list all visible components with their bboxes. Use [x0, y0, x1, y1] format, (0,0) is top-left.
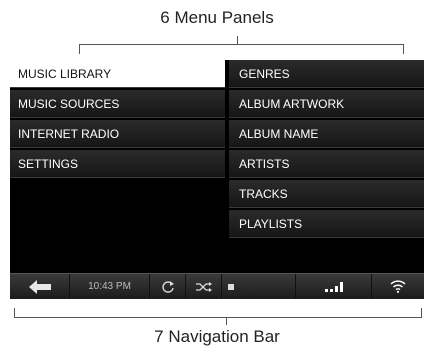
shuffle-button[interactable]	[186, 274, 222, 299]
menu-item-album-artwork[interactable]: ALBUM ARTWORK	[229, 90, 424, 118]
menu-panels-bracket	[79, 44, 404, 54]
navigation-bar-bracket-tick	[226, 317, 227, 325]
stop-button[interactable]	[222, 274, 296, 299]
menu-item-internet-radio[interactable]: INTERNET RADIO	[10, 120, 225, 148]
right-menu-panel: GENRES ALBUM ARTWORK ALBUM NAME ARTISTS …	[229, 60, 424, 240]
menu-item-genres[interactable]: GENRES	[229, 60, 424, 88]
menu-item-music-library[interactable]: MUSIC LIBRARY	[10, 60, 225, 88]
repeat-icon	[161, 280, 174, 293]
wifi-indicator[interactable]	[372, 274, 424, 299]
menu-item-artists[interactable]: ARTISTS	[229, 150, 424, 178]
navigation-bar-bracket	[14, 308, 422, 318]
menu-item-music-sources[interactable]: MUSIC SOURCES	[10, 90, 225, 118]
clock-display: 10:43 PM	[70, 274, 150, 299]
clock-time: 10:43 PM	[88, 281, 131, 292]
back-arrow-icon	[28, 279, 51, 294]
navigation-bar-callout-label: 7 Navigation Bar	[154, 327, 280, 346]
menu-panels-bracket-tick	[237, 36, 238, 44]
stop-icon	[228, 283, 234, 290]
shuffle-icon	[195, 281, 212, 292]
menu-item-tracks[interactable]: TRACKS	[229, 180, 424, 208]
signal-strength-icon	[324, 281, 343, 292]
signal-indicator	[296, 274, 372, 299]
wifi-icon	[390, 280, 406, 293]
navigation-bar: 10:43 PM	[10, 273, 424, 299]
menu-panels-callout-label: 6 Menu Panels	[160, 8, 274, 27]
back-button[interactable]	[10, 274, 70, 299]
left-menu-panel: MUSIC LIBRARY MUSIC SOURCES INTERNET RAD…	[10, 60, 225, 180]
repeat-button[interactable]	[150, 274, 186, 299]
device-screen: MUSIC LIBRARY MUSIC SOURCES INTERNET RAD…	[10, 60, 424, 299]
menu-item-playlists[interactable]: PLAYLISTS	[229, 210, 424, 238]
menu-item-album-name[interactable]: ALBUM NAME	[229, 120, 424, 148]
menu-item-settings[interactable]: SETTINGS	[10, 150, 225, 178]
